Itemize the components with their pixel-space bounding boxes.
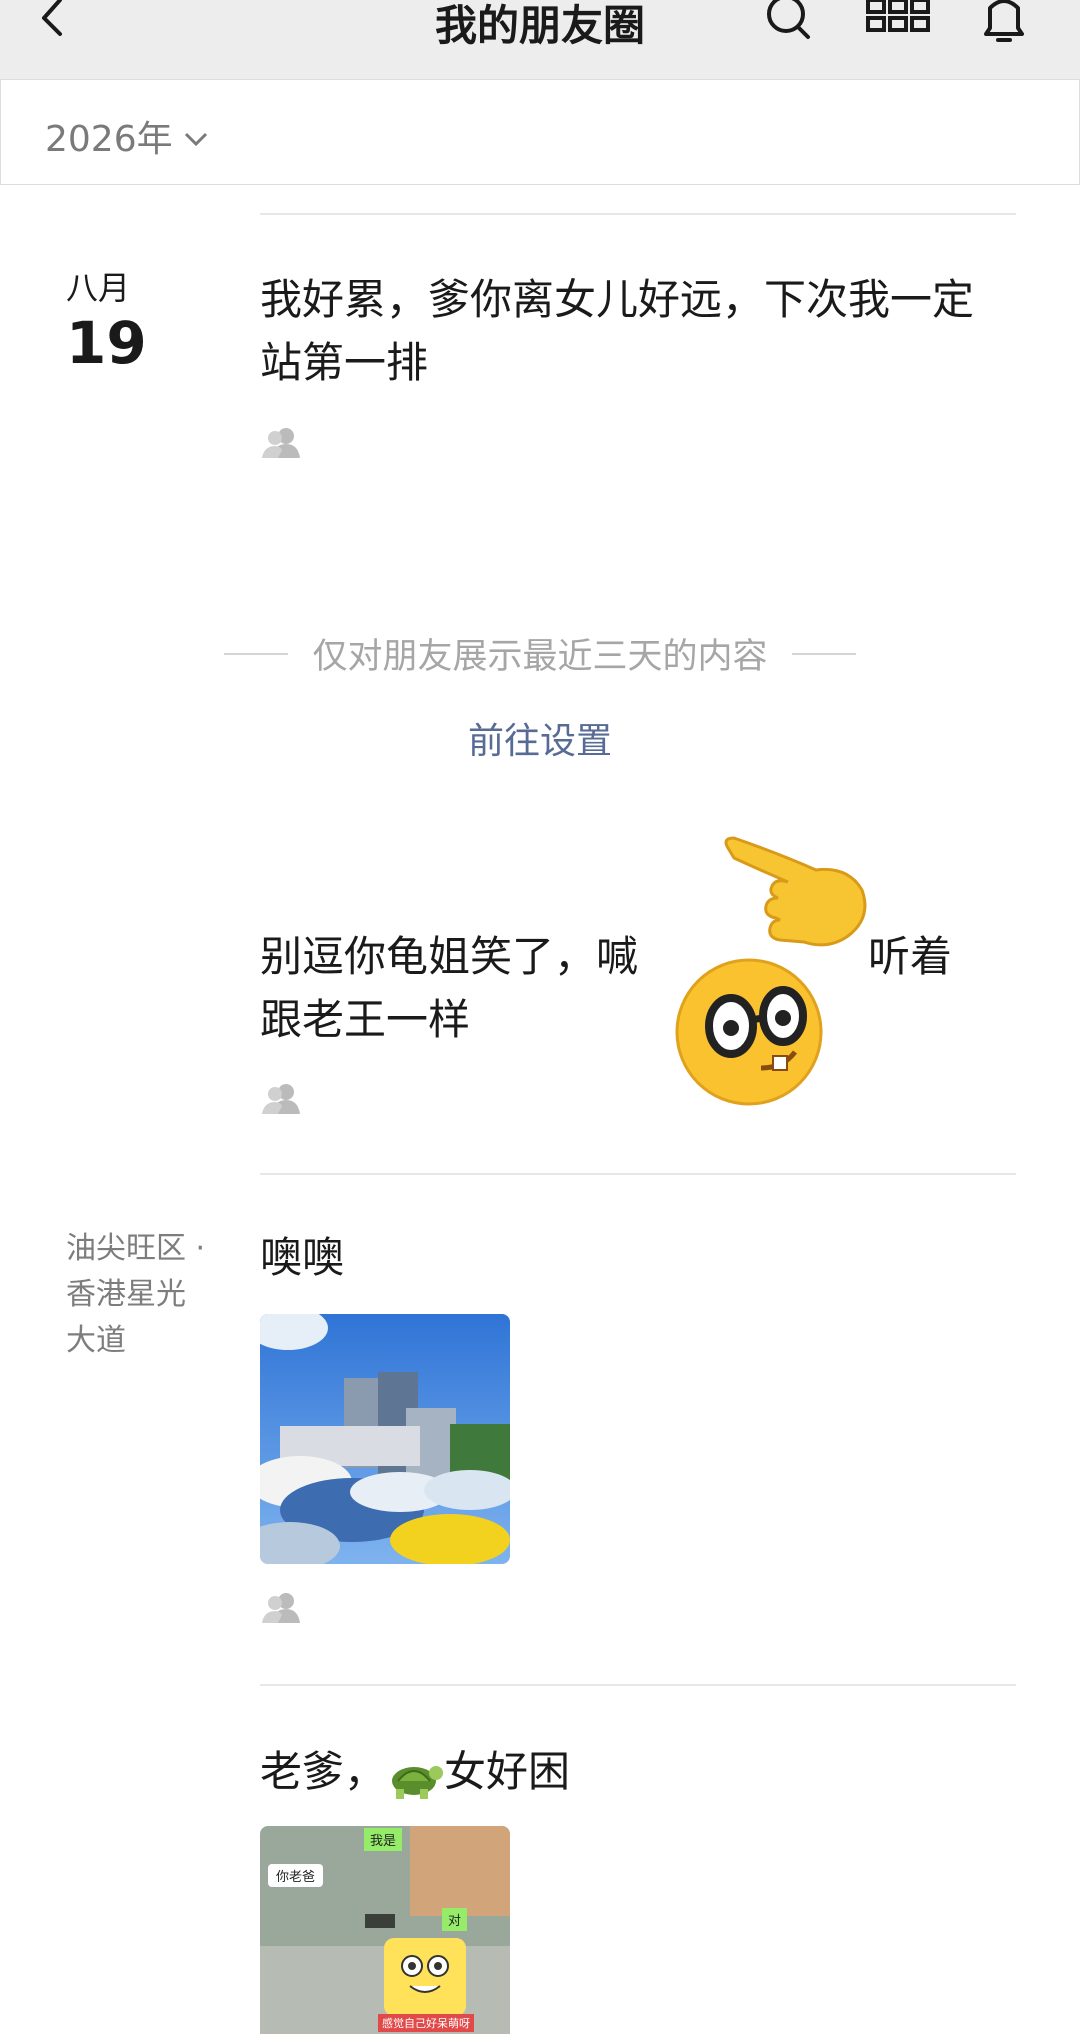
divider-line — [791, 652, 856, 655]
divider-line — [224, 652, 289, 655]
chevron-down-icon — [183, 116, 209, 157]
friends-visibility-icon — [260, 1082, 304, 1116]
post-text[interactable]: 别逗你龟姐笑了，喊 听着 跟老王一样 — [260, 925, 1000, 1051]
post-text[interactable]: 老爹， 女好困 — [260, 1740, 1000, 1803]
year-dropdown[interactable]: 2026年 — [45, 110, 209, 162]
nerd-face-emoji — [673, 956, 825, 1108]
year-filter-bar: 2026年 — [0, 79, 1080, 185]
year-label: 2026年 — [45, 119, 173, 160]
turtle-emoji — [386, 1755, 444, 1799]
post-text[interactable]: 噢噢 — [260, 1226, 1000, 1289]
chat-bubble: 对 — [442, 1908, 468, 1931]
post-text[interactable]: 我好累，爹你离女儿好远，下次我一定站第一排 — [260, 268, 1000, 394]
post-text-part: 老爹， — [260, 1747, 387, 1796]
divider — [260, 1173, 1016, 1175]
search-icon[interactable] — [760, 0, 816, 44]
chat-bubble: 你老爸 — [268, 1864, 324, 1887]
sticker-caption: 感觉自己好呆萌呀 — [378, 2014, 474, 2032]
post-text-part: 别逗你龟姐笑了，喊 — [260, 932, 639, 981]
post-month: 八月 — [66, 269, 131, 307]
friends-visibility-icon — [260, 426, 304, 460]
chat-bubble: 我是 — [364, 1828, 403, 1851]
post-location[interactable]: 油尖旺区 · 香港星光大道 — [66, 1226, 206, 1364]
post-photo[interactable] — [260, 1314, 510, 1564]
notice-text: 仅对朋友展示最近三天的内容 — [312, 637, 768, 677]
post-text-part: 女好困 — [444, 1747, 571, 1796]
visibility-notice: 仅对朋友展示最近三天的内容 — [0, 628, 1080, 679]
friends-visibility-icon — [260, 1591, 304, 1625]
bell-icon[interactable] — [976, 0, 1032, 44]
top-nav-bar: 我的朋友圈 — [0, 0, 1080, 79]
go-to-settings-link[interactable]: 前往设置 — [0, 712, 1080, 764]
post-text-part: 听着 — [868, 932, 953, 981]
divider — [260, 213, 1016, 215]
post-text-part: 跟老王一样 — [260, 995, 471, 1044]
post-date: 八月 19 — [66, 272, 147, 372]
post-day: 19 — [66, 309, 147, 377]
grid-icon[interactable] — [866, 0, 930, 44]
post-screenshot-thumbnail[interactable]: 你老爸 我是 对 感觉自己好呆萌呀 — [260, 1826, 510, 2034]
divider — [260, 1684, 1016, 1686]
sticker — [384, 1938, 466, 2016]
pointing-hand-emoji — [720, 832, 880, 972]
